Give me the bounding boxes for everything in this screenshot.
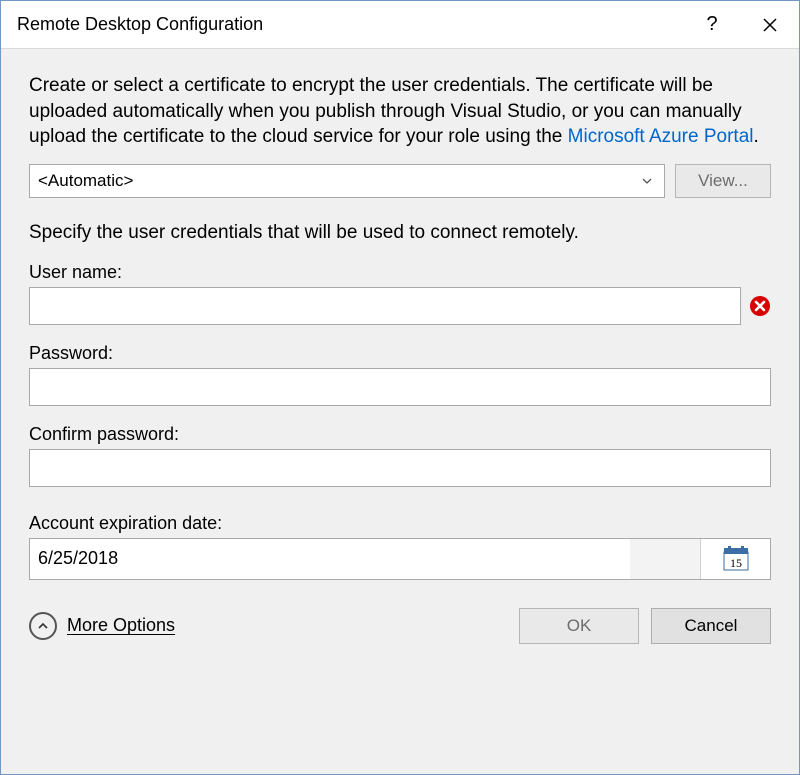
- chevron-down-icon: [638, 175, 656, 187]
- cancel-button[interactable]: Cancel: [651, 608, 771, 644]
- dialog-content: Create or select a certificate to encryp…: [1, 49, 799, 774]
- svg-text:15: 15: [730, 556, 742, 570]
- ok-button[interactable]: OK: [519, 608, 639, 644]
- password-row: [29, 368, 771, 406]
- certificate-row: <Automatic> View...: [29, 164, 771, 198]
- certificate-dropdown[interactable]: <Automatic>: [29, 164, 665, 198]
- confirm-password-label: Confirm password:: [29, 424, 771, 445]
- credentials-instruction: Specify the user credentials that will b…: [29, 222, 771, 244]
- expiration-label: Account expiration date:: [29, 513, 771, 534]
- username-label: User name:: [29, 262, 771, 283]
- titlebar-buttons: ?: [683, 1, 799, 48]
- dialog-title: Remote Desktop Configuration: [17, 14, 683, 35]
- close-icon: [762, 17, 778, 33]
- password-input[interactable]: [29, 368, 771, 406]
- chevron-up-icon: [29, 612, 57, 640]
- help-icon: ?: [706, 13, 717, 36]
- date-spacer: [630, 539, 700, 579]
- more-options-toggle[interactable]: More Options: [29, 612, 507, 640]
- azure-portal-link[interactable]: Microsoft Azure Portal: [568, 126, 754, 147]
- description-text: Create or select a certificate to encryp…: [29, 73, 771, 150]
- confirm-password-input[interactable]: [29, 449, 771, 487]
- calendar-icon: 15: [722, 546, 750, 572]
- expiration-date-field[interactable]: 6/25/2018 15: [29, 538, 771, 580]
- dialog-window: Remote Desktop Configuration ? Create or…: [0, 0, 800, 775]
- error-icon: [749, 295, 771, 317]
- username-row: [29, 287, 771, 325]
- calendar-button[interactable]: 15: [700, 539, 770, 579]
- password-label: Password:: [29, 343, 771, 364]
- view-certificate-button[interactable]: View...: [675, 164, 771, 198]
- dialog-footer: More Options OK Cancel: [29, 608, 771, 644]
- expiration-date-value: 6/25/2018: [30, 539, 630, 579]
- description-suffix: .: [753, 126, 758, 147]
- confirm-password-row: [29, 449, 771, 487]
- titlebar: Remote Desktop Configuration ?: [1, 1, 799, 49]
- more-options-label: More Options: [67, 615, 175, 636]
- help-button[interactable]: ?: [683, 1, 741, 48]
- username-input[interactable]: [29, 287, 741, 325]
- close-button[interactable]: [741, 1, 799, 48]
- certificate-selected: <Automatic>: [38, 171, 638, 191]
